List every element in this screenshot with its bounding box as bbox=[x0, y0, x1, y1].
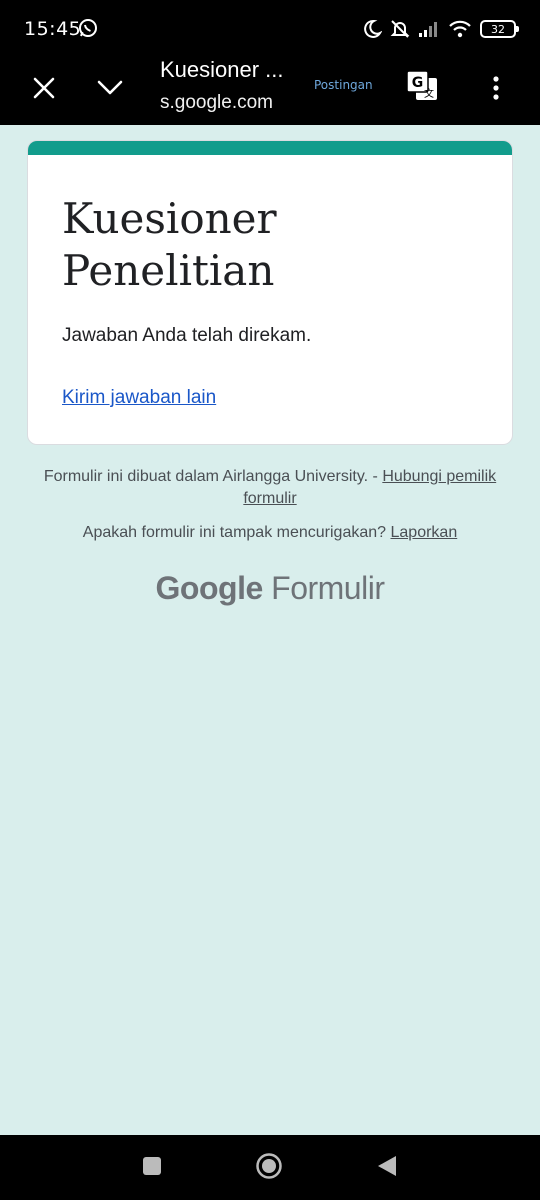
battery-level: 32 bbox=[491, 22, 505, 36]
whatsapp-icon bbox=[78, 18, 98, 38]
translate-icon: G 文 bbox=[404, 70, 440, 108]
footer-created-by: Formulir ini dibuat dalam Airlangga Univ… bbox=[40, 466, 500, 510]
browser-toolbar: Kuesioner ... s.google.com Postingan G 文 bbox=[0, 58, 540, 125]
back-button[interactable] bbox=[370, 1151, 404, 1185]
status-bar: 15:45 32 bbox=[0, 0, 540, 58]
close-icon bbox=[33, 77, 55, 104]
signal-icon bbox=[418, 20, 440, 38]
battery-icon: 32 bbox=[480, 20, 519, 38]
submit-another-response-link[interactable]: Kirim jawaban lain bbox=[62, 387, 216, 409]
status-icons: 32 bbox=[362, 16, 519, 42]
svg-text:文: 文 bbox=[424, 87, 434, 100]
footer-suspicious-text: Apakah formulir ini tampak mencurigakan? bbox=[82, 524, 387, 541]
footer-created-text: Formulir ini dibuat dalam Airlangga Univ… bbox=[43, 468, 378, 485]
footer-report: Apakah formulir ini tampak mencurigakan?… bbox=[40, 522, 500, 544]
recents-button[interactable] bbox=[135, 1151, 169, 1185]
page-title-block[interactable]: Kuesioner ... s.google.com bbox=[160, 58, 305, 114]
system-nav-bar bbox=[0, 1135, 540, 1200]
card-accent-bar bbox=[28, 141, 512, 155]
svg-text:G: G bbox=[412, 75, 424, 91]
translate-button[interactable]: G 文 bbox=[404, 68, 440, 104]
bell-off-icon bbox=[390, 19, 410, 39]
google-forms-logo[interactable]: Google Formulir bbox=[0, 570, 540, 607]
home-button[interactable] bbox=[252, 1151, 286, 1185]
more-options-button[interactable] bbox=[480, 66, 512, 114]
report-link[interactable]: Laporkan bbox=[391, 524, 458, 541]
home-icon bbox=[255, 1152, 283, 1185]
back-icon bbox=[376, 1154, 398, 1183]
recents-icon bbox=[142, 1156, 162, 1181]
status-time: 15:45 bbox=[24, 18, 82, 40]
confirmation-message: Jawaban Anda telah direkam. bbox=[62, 325, 312, 346]
form-title: Kuesioner Penelitian bbox=[62, 194, 277, 295]
logo-google: Google bbox=[155, 570, 264, 606]
more-vert-icon bbox=[493, 75, 499, 105]
page-url: s.google.com bbox=[160, 92, 274, 113]
form-card: Kuesioner Penelitian Jawaban Anda telah … bbox=[27, 140, 513, 445]
moon-icon bbox=[362, 19, 382, 39]
close-button[interactable] bbox=[20, 66, 68, 114]
wifi-icon bbox=[448, 20, 472, 38]
expand-button[interactable] bbox=[86, 66, 134, 114]
chevron-down-icon bbox=[97, 80, 123, 101]
overlay-text: Postingan bbox=[314, 78, 373, 92]
page-title: Kuesioner ... bbox=[160, 57, 284, 82]
logo-product: Formulir bbox=[271, 570, 385, 606]
